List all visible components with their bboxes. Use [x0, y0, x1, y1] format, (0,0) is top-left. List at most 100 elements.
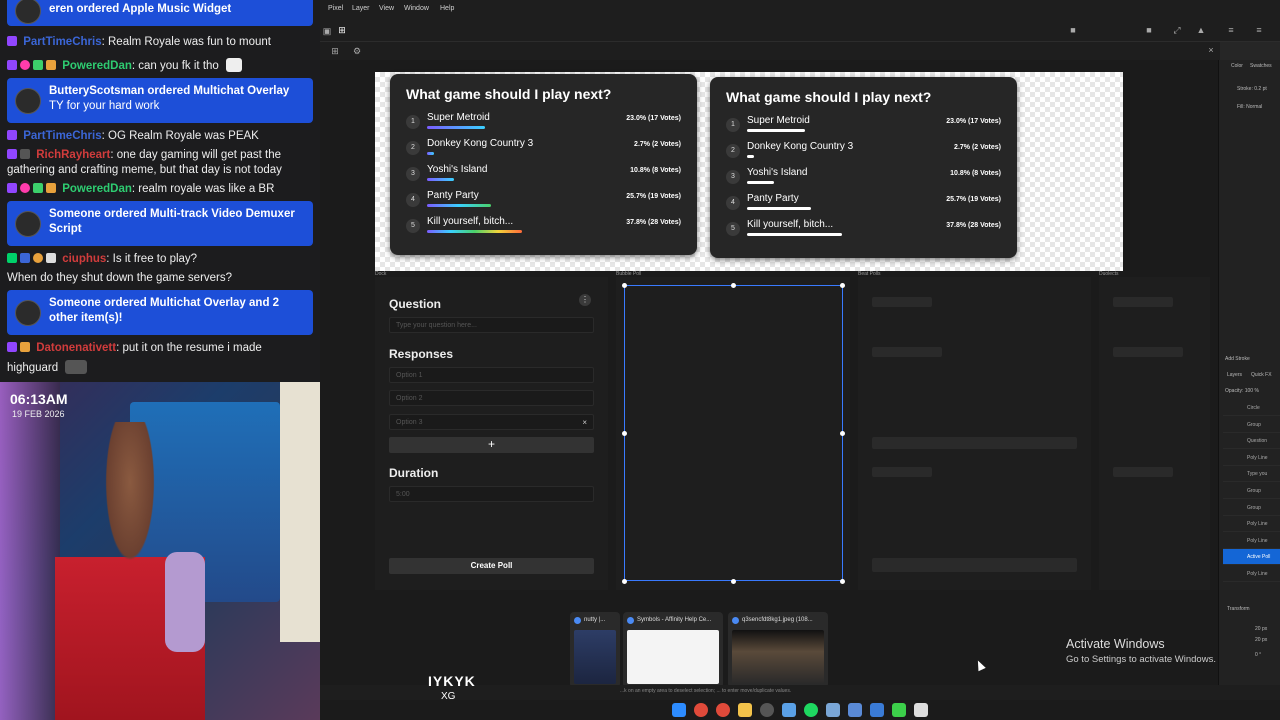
clapper-icon[interactable] — [914, 703, 928, 717]
preview-card[interactable]: q3sencfdt8kg1.jpeg (108... — [728, 612, 828, 688]
question-input[interactable]: Type your question here... — [389, 317, 594, 333]
more-options-icon[interactable]: ⋮ — [579, 294, 591, 306]
layer-item[interactable]: Type you — [1223, 466, 1280, 483]
create-poll-button[interactable]: Create Poll — [389, 558, 594, 574]
document-canvas[interactable]: What game should I play next? 1 Super Met… — [375, 72, 1123, 271]
resize-handle[interactable] — [622, 283, 627, 288]
photo-icon[interactable] — [870, 703, 884, 717]
gear-icon[interactable]: ⚙ — [352, 46, 362, 56]
chat-redeem: ButteryScotsman ordered Multichat Overla… — [7, 78, 313, 123]
iykyk-logo: IYKYK — [428, 673, 476, 689]
add-option-button[interactable]: + — [389, 437, 594, 453]
tab-layers[interactable]: Layers — [1227, 372, 1242, 378]
poll-card[interactable]: What game should I play next? 1 Super Met… — [710, 77, 1017, 258]
artboard-beat-polls[interactable] — [858, 277, 1091, 590]
poll-card[interactable]: What game should I play next? 1 Super Met… — [390, 74, 697, 255]
artboard-duolects[interactable] — [1099, 277, 1210, 590]
copy-icon[interactable]: ■ — [1144, 25, 1154, 35]
layer-item[interactable]: Group — [1223, 417, 1280, 433]
preview-title: nutty |... — [584, 617, 606, 623]
layer-item[interactable]: Circle — [1223, 400, 1280, 416]
chat-username: PartTimeChris — [23, 36, 102, 48]
resize-handle[interactable] — [622, 431, 627, 436]
transform-icon[interactable]: ⤢ — [1172, 25, 1182, 35]
menu-view[interactable]: View — [379, 5, 394, 12]
close-icon[interactable]: × — [1206, 45, 1216, 55]
resize-handle[interactable] — [731, 283, 736, 288]
start-icon[interactable] — [672, 703, 686, 717]
add-stroke-button[interactable]: Add Stroke — [1225, 356, 1250, 362]
layer-item[interactable]: Active Poll — [1223, 549, 1280, 566]
layer-item[interactable]: Question — [1223, 433, 1280, 450]
preview-card[interactable]: Symbols - Affinity Help Ce... — [623, 612, 723, 688]
chat-overlay: eren ordered Apple Music Widget PartTime… — [0, 0, 320, 382]
fill-readout[interactable]: Fill: Normal — [1237, 104, 1262, 110]
option-2-input[interactable]: Option 2 — [389, 390, 594, 406]
chat-message: PartTimeChris: OG Realm Royale was PEAK — [7, 127, 259, 146]
remove-option-icon[interactable]: × — [582, 418, 587, 427]
opacity-readout[interactable]: Opacity: 100 % — [1225, 388, 1259, 394]
affinity-icon[interactable] — [826, 703, 840, 717]
spotify-icon[interactable] — [804, 703, 818, 717]
resize-handle[interactable] — [840, 283, 845, 288]
blurred-heading — [872, 467, 932, 477]
menu-icon[interactable]: ≡ — [1254, 25, 1264, 35]
affinity-window: Pixel Layer View Window Help ▣ ⊞ ■ ■ ⤢ ▲… — [320, 0, 1280, 700]
option-1-input[interactable]: Option 1 — [389, 367, 594, 383]
duration-input[interactable]: 5:00 — [389, 486, 594, 502]
panel-icon[interactable]: ▣ — [322, 26, 332, 36]
layer-item[interactable]: Poly Line — [1223, 566, 1280, 582]
obs-icon[interactable] — [760, 703, 774, 717]
notepad-icon[interactable] — [892, 703, 906, 717]
stream-date: 19 FEB 2026 — [12, 409, 65, 419]
resize-handle[interactable] — [840, 579, 845, 584]
transform-y[interactable]: 20 px — [1255, 637, 1267, 643]
webcam-feed: 06:13AM 19 FEB 2026 — [0, 382, 320, 720]
chrome-icon — [574, 617, 581, 624]
layer-item[interactable]: Poly Line — [1223, 533, 1280, 549]
crop-icon[interactable]: ⊞ — [337, 25, 347, 35]
file-explorer-icon[interactable] — [738, 703, 752, 717]
preview-card[interactable]: nutty |... — [570, 612, 620, 688]
arrange-icon[interactable]: ■ — [1068, 25, 1078, 35]
transform-rotation[interactable]: 0 ° — [1255, 652, 1261, 658]
option-3-input[interactable]: Option 3 × — [389, 414, 594, 430]
duration-heading: Duration — [389, 466, 439, 480]
resize-handle[interactable] — [622, 579, 627, 584]
transform-x[interactable]: 20 px — [1255, 626, 1267, 632]
menu-help[interactable]: Help — [440, 5, 454, 12]
align-icon[interactable]: ≡ — [1226, 25, 1236, 35]
chrome-profile-icon[interactable] — [716, 703, 730, 717]
resize-handle[interactable] — [731, 579, 736, 584]
designer-icon[interactable] — [848, 703, 862, 717]
gift-badge-icon — [33, 183, 43, 193]
artboard-question-form[interactable]: Question ⋮ Type your question here... Re… — [375, 277, 608, 590]
redeem-thumbnail — [15, 299, 41, 326]
menu-pixel[interactable]: Pixel — [328, 5, 343, 12]
activate-windows-subtitle: Go to Settings to activate Windows. — [1066, 654, 1216, 665]
menu-layer[interactable]: Layer — [352, 5, 370, 12]
chrome-icon[interactable] — [694, 703, 708, 717]
app-icon[interactable] — [782, 703, 796, 717]
emote-icon — [65, 360, 88, 374]
chat-message: PoweredDan: can you fk it tho — [7, 57, 245, 76]
tab-swatches[interactable]: Swatches — [1250, 63, 1272, 69]
menu-window[interactable]: Window — [404, 5, 429, 12]
option-percent: 37.8% (28 Votes) — [946, 222, 1001, 229]
layer-item[interactable]: Poly Line — [1223, 516, 1280, 533]
tab-quick-fx[interactable]: Quick FX — [1251, 372, 1272, 378]
layer-item[interactable]: Group — [1223, 483, 1280, 499]
selection-box[interactable] — [624, 285, 843, 581]
poll-rows: 1 Super Metroid 23.0% (17 Votes) 2 Donkey Ko… — [726, 113, 1001, 243]
option-name: Kill yourself, bitch... — [427, 216, 514, 227]
grid-icon[interactable]: ⊞ — [330, 46, 340, 56]
stroke-readout[interactable]: Stroke: 0.2 pt — [1237, 86, 1267, 92]
layer-item[interactable]: Group — [1223, 500, 1280, 516]
resize-handle[interactable] — [840, 431, 845, 436]
layer-item[interactable]: Poly Line — [1223, 450, 1280, 466]
artboard-bubble-poll[interactable] — [616, 277, 850, 590]
blurred-heading — [1113, 297, 1173, 307]
option-progress-bar — [747, 233, 842, 236]
tab-color[interactable]: Color — [1231, 63, 1243, 69]
triangle-icon[interactable]: ▲ — [1196, 25, 1206, 35]
